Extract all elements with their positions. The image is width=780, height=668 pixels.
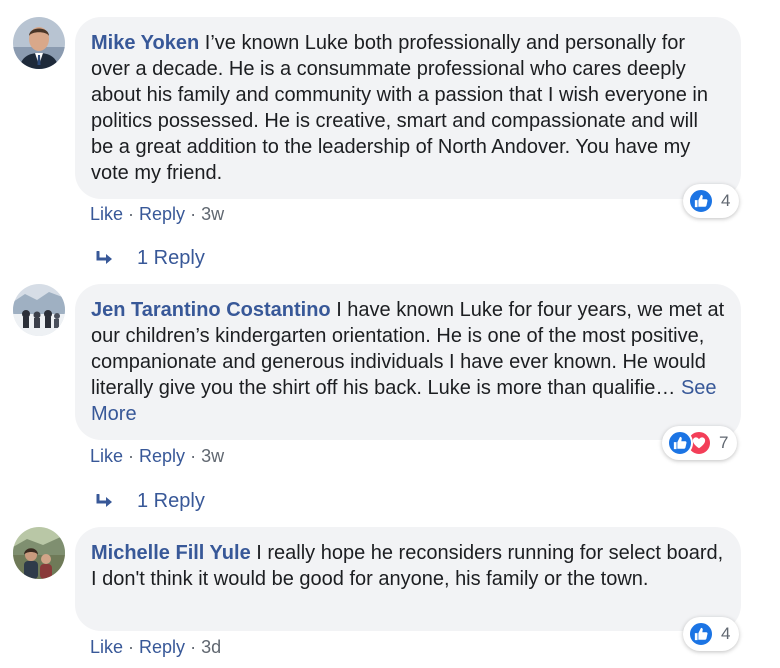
like-link[interactable]: Like bbox=[90, 637, 123, 657]
separator: · bbox=[185, 204, 202, 224]
reply-arrow-icon bbox=[96, 493, 112, 507]
avatar[interactable] bbox=[13, 527, 65, 579]
comment-text: I’ve known Luke both professionally and … bbox=[91, 32, 708, 184]
reaction-count: 4 bbox=[721, 191, 731, 210]
separator: · bbox=[185, 637, 202, 657]
comment-actions: Like · Reply · 3w bbox=[90, 446, 224, 467]
timestamp[interactable]: 3d bbox=[201, 637, 221, 657]
like-icon bbox=[688, 621, 714, 647]
reactions-summary[interactable]: 4 bbox=[683, 617, 740, 651]
comment-author[interactable]: Mike Yoken bbox=[91, 32, 199, 54]
avatar[interactable] bbox=[13, 284, 65, 336]
comment-bubble: Jen Tarantino Costantino I have known Lu… bbox=[75, 284, 741, 440]
reaction-count: 4 bbox=[721, 624, 731, 643]
timestamp[interactable]: 3w bbox=[201, 204, 224, 224]
view-replies-link[interactable]: 1 Reply bbox=[95, 247, 205, 270]
reaction-count: 7 bbox=[719, 433, 729, 452]
comment-actions: Like · Reply · 3d bbox=[90, 637, 221, 658]
comment-author[interactable]: Michelle Fill Yule bbox=[91, 542, 251, 564]
comment-author[interactable]: Jen Tarantino Costantino bbox=[91, 299, 331, 321]
replies-label: 1 Reply bbox=[137, 247, 205, 269]
reply-link[interactable]: Reply bbox=[139, 637, 185, 657]
reactions-summary[interactable]: 7 bbox=[662, 426, 738, 460]
comment-bubble: Michelle Fill Yule I really hope he reco… bbox=[75, 527, 741, 631]
separator: · bbox=[123, 446, 140, 466]
replies-label: 1 Reply bbox=[137, 490, 205, 512]
like-link[interactable]: Like bbox=[90, 204, 123, 224]
reply-link[interactable]: Reply bbox=[139, 204, 185, 224]
like-icon bbox=[667, 430, 693, 456]
like-icon bbox=[688, 188, 714, 214]
reactions-summary[interactable]: 4 bbox=[683, 184, 740, 218]
like-link[interactable]: Like bbox=[90, 446, 123, 466]
comment-actions: Like · Reply · 3w bbox=[90, 204, 224, 225]
separator: · bbox=[185, 446, 202, 466]
timestamp[interactable]: 3w bbox=[201, 446, 224, 466]
reply-arrow-icon bbox=[96, 250, 112, 264]
comment-bubble: Mike Yoken I’ve known Luke both professi… bbox=[75, 17, 741, 199]
view-replies-link[interactable]: 1 Reply bbox=[95, 490, 205, 513]
reply-link[interactable]: Reply bbox=[139, 446, 185, 466]
avatar[interactable] bbox=[13, 17, 65, 69]
separator: · bbox=[123, 204, 140, 224]
separator: · bbox=[123, 637, 140, 657]
